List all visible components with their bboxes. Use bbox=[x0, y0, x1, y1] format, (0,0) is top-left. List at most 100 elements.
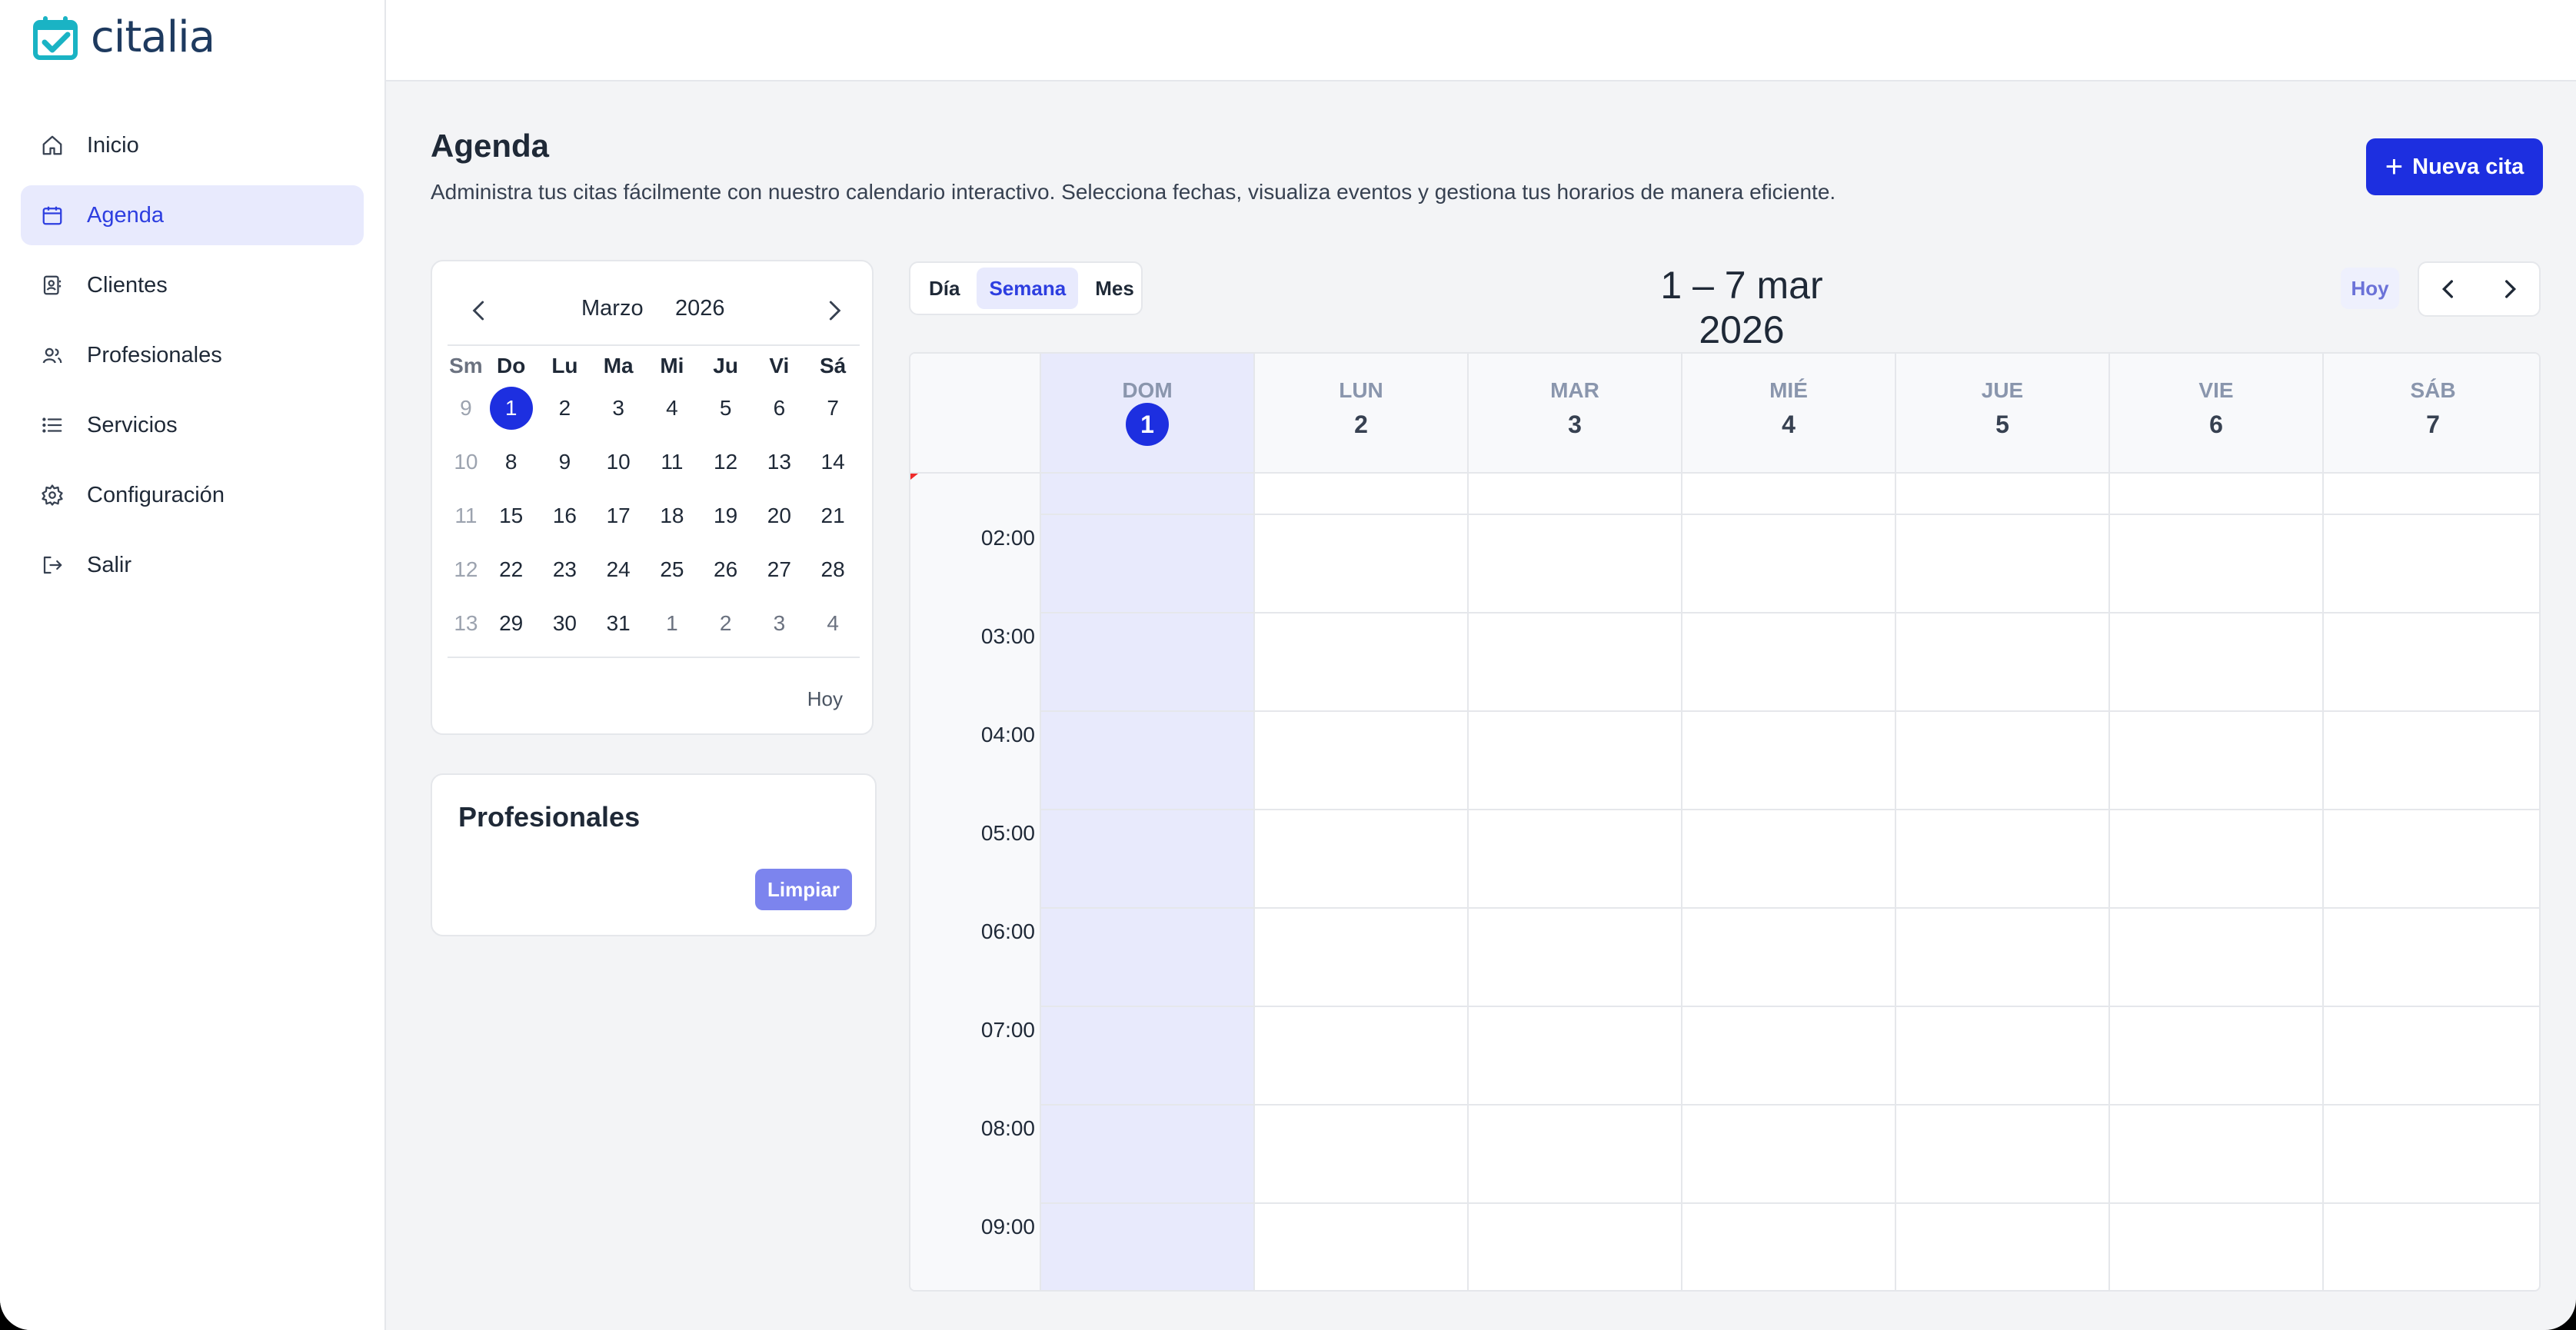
day-column-jue[interactable]: JUE 5 bbox=[1896, 354, 2110, 1290]
view-week-button[interactable]: Semana bbox=[977, 268, 1079, 309]
sidebar-item-inicio[interactable]: Inicio bbox=[21, 115, 364, 175]
day-cell[interactable]: 27 bbox=[753, 557, 807, 582]
sidebar-item-clientes[interactable]: Clientes bbox=[21, 255, 364, 315]
day-cell[interactable]: 18 bbox=[645, 504, 699, 528]
day-name: JUE bbox=[1981, 378, 2024, 402]
day-cell-selected[interactable]: 1 bbox=[484, 387, 538, 430]
sidebar-item-label: Inicio bbox=[87, 132, 139, 158]
day-cell[interactable]: 17 bbox=[591, 504, 645, 528]
day-header[interactable]: LUN 2 bbox=[1255, 354, 1467, 474]
day-header[interactable]: JUE 5 bbox=[1896, 354, 2108, 474]
day-cell[interactable]: 29 bbox=[484, 611, 538, 636]
day-header[interactable]: MAR 3 bbox=[1469, 354, 1681, 474]
time-gutter-header bbox=[910, 354, 1040, 474]
day-column-sab[interactable]: SÁB 7 bbox=[2324, 354, 2539, 1290]
day-column-lun[interactable]: LUN 2 bbox=[1255, 354, 1469, 1290]
day-name: SÁB bbox=[2410, 378, 2456, 402]
weekday-header-row: Sm Do Lu Ma Mi Ju Vi Sá bbox=[448, 351, 860, 381]
day-header[interactable]: SÁB 7 bbox=[2324, 354, 2539, 474]
mini-calendar: Marzo 2026 Sm Do Lu Ma Mi Ju Vi Sá 9 1 2… bbox=[431, 260, 874, 735]
mini-calendar-today-button[interactable]: Hoy bbox=[807, 687, 843, 711]
day-cell[interactable]: 28 bbox=[806, 557, 860, 582]
day-cell[interactable]: 19 bbox=[699, 504, 753, 528]
time-label: 04:00 bbox=[980, 723, 1035, 746]
chevron-right-icon bbox=[829, 301, 841, 321]
sidebar-item-salir[interactable]: Salir bbox=[21, 535, 364, 595]
hour-line bbox=[1041, 907, 2539, 909]
day-cell[interactable]: 24 bbox=[591, 557, 645, 582]
hour-line bbox=[1041, 1006, 2539, 1007]
professionals-title: Profesionales bbox=[458, 801, 641, 833]
time-label: 08:00 bbox=[980, 1116, 1035, 1140]
mini-calendar-prev-button[interactable] bbox=[463, 294, 497, 328]
view-month-button[interactable]: Mes bbox=[1083, 268, 1147, 309]
day-cell-other-month[interactable]: 2 bbox=[699, 611, 753, 636]
mini-calendar-next-button[interactable] bbox=[817, 294, 850, 328]
day-header[interactable]: DOM 1 bbox=[1041, 354, 1253, 474]
next-week-button[interactable] bbox=[2479, 263, 2539, 315]
day-cell[interactable]: 8 bbox=[484, 450, 538, 474]
mini-calendar-month[interactable]: Marzo bbox=[581, 296, 644, 321]
weekday-header: Sm bbox=[449, 354, 483, 377]
users-icon bbox=[41, 344, 64, 367]
day-column-mar[interactable]: MAR 3 bbox=[1469, 354, 1682, 1290]
day-column-mie[interactable]: MIÉ 4 bbox=[1682, 354, 1896, 1290]
day-cell[interactable]: 7 bbox=[806, 396, 860, 421]
day-cell[interactable]: 20 bbox=[753, 504, 807, 528]
weekday-header: Lu bbox=[551, 354, 578, 377]
day-cell[interactable]: 26 bbox=[699, 557, 753, 582]
new-appointment-button[interactable]: + Nueva cita bbox=[2366, 138, 2543, 195]
day-cell[interactable]: 6 bbox=[753, 396, 807, 421]
gear-icon bbox=[41, 484, 64, 507]
day-cell[interactable]: 30 bbox=[538, 611, 592, 636]
day-cell[interactable]: 3 bbox=[591, 396, 645, 421]
sidebar-item-label: Profesionales bbox=[87, 342, 222, 367]
day-cell[interactable]: 21 bbox=[806, 504, 860, 528]
today-button[interactable]: Hoy bbox=[2341, 268, 2399, 309]
day-cell[interactable]: 15 bbox=[484, 504, 538, 528]
weekday-header: Ma bbox=[603, 354, 634, 377]
calendar-icon bbox=[41, 204, 64, 227]
mini-calendar-year[interactable]: 2026 bbox=[675, 296, 725, 321]
day-header[interactable]: VIE 6 bbox=[2110, 354, 2322, 474]
sidebar-item-profesionales[interactable]: Profesionales bbox=[21, 325, 364, 385]
day-column-dom[interactable]: DOM 1 bbox=[1041, 354, 1255, 1290]
day-cell-other-month[interactable]: 4 bbox=[806, 611, 860, 636]
brand-logo[interactable]: citalia bbox=[31, 12, 215, 62]
day-number: 1 bbox=[1041, 403, 1253, 446]
logout-icon bbox=[41, 554, 64, 577]
clear-filter-button[interactable]: Limpiar bbox=[755, 869, 852, 910]
day-cell[interactable]: 5 bbox=[699, 396, 753, 421]
week-calendar-grid[interactable]: DOM 1 LUN 2 MAR 3 MIÉ 4 JUE 5 VIE 6 SÁB … bbox=[909, 352, 2541, 1292]
sidebar-item-agenda[interactable]: Agenda bbox=[21, 185, 364, 245]
day-header[interactable]: MIÉ 4 bbox=[1682, 354, 1895, 474]
day-number: 6 bbox=[2209, 411, 2223, 438]
day-cell[interactable]: 9 bbox=[538, 450, 592, 474]
day-cell-other-month[interactable]: 1 bbox=[645, 611, 699, 636]
day-cell[interactable]: 22 bbox=[484, 557, 538, 582]
day-cell-other-month[interactable]: 3 bbox=[753, 611, 807, 636]
day-cell[interactable]: 31 bbox=[591, 611, 645, 636]
day-cell[interactable]: 16 bbox=[538, 504, 592, 528]
day-cell[interactable]: 13 bbox=[753, 450, 807, 474]
chevron-left-icon bbox=[472, 301, 484, 321]
day-cell[interactable]: 11 bbox=[645, 450, 699, 474]
sidebar-item-configuracion[interactable]: Configuración bbox=[21, 465, 364, 525]
today-day-number: 1 bbox=[1126, 403, 1169, 446]
sidebar-item-servicios[interactable]: Servicios bbox=[21, 395, 364, 455]
day-cell[interactable]: 23 bbox=[538, 557, 592, 582]
time-label: 02:00 bbox=[980, 526, 1035, 550]
day-cell[interactable]: 2 bbox=[538, 396, 592, 421]
day-cell[interactable]: 12 bbox=[699, 450, 753, 474]
day-column-vie[interactable]: VIE 6 bbox=[2110, 354, 2324, 1290]
day-cell[interactable]: 4 bbox=[645, 396, 699, 421]
sidebar: citalia Inicio Agenda Clientes Profesion… bbox=[0, 0, 386, 1330]
view-day-button[interactable]: Día bbox=[917, 268, 972, 309]
day-cell[interactable]: 10 bbox=[591, 450, 645, 474]
weekday-header: Mi bbox=[660, 354, 684, 377]
time-label: 03:00 bbox=[980, 624, 1035, 648]
list-icon bbox=[41, 414, 64, 437]
day-cell[interactable]: 14 bbox=[806, 450, 860, 474]
day-cell[interactable]: 25 bbox=[645, 557, 699, 582]
previous-week-button[interactable] bbox=[2419, 263, 2479, 315]
